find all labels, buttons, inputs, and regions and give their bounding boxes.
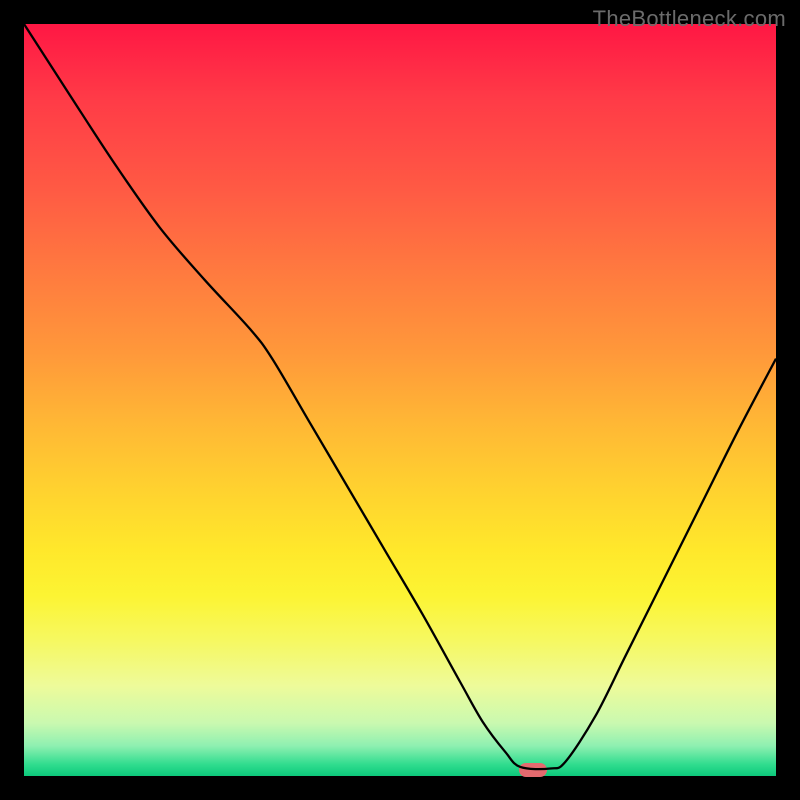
chart-frame: TheBottleneck.com — [0, 0, 800, 800]
watermark-text: TheBottleneck.com — [593, 6, 786, 32]
chart-gradient-background — [24, 24, 776, 776]
selected-point-marker[interactable] — [519, 763, 547, 777]
